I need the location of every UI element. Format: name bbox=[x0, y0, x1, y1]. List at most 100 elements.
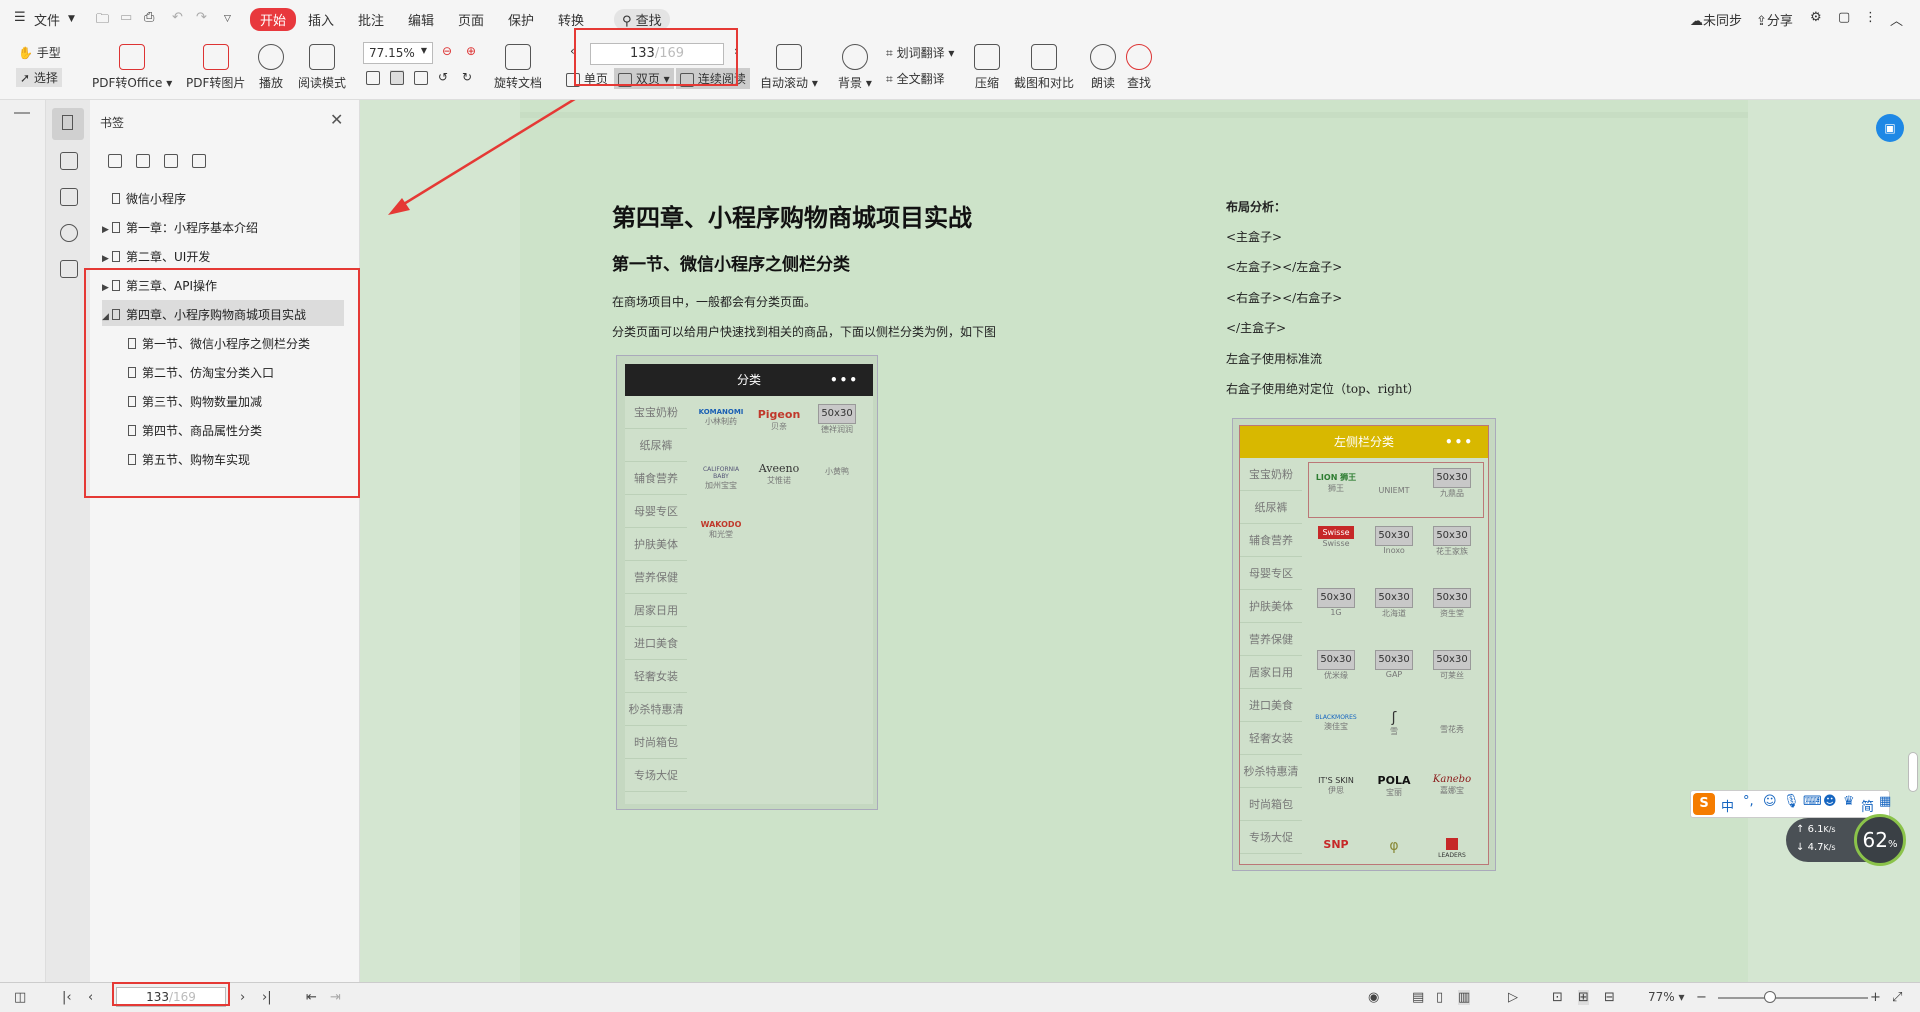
user-icon[interactable]: ☻ bbox=[1823, 794, 1837, 809]
word-translate-button[interactable]: ⌗ 划词翻译 ▾ bbox=[886, 44, 954, 61]
expand-icon[interactable]: ▶ bbox=[102, 283, 112, 293]
settings-icon[interactable]: ⚙ bbox=[1810, 10, 1822, 25]
bookmark-item[interactable]: 第五节、购物车实现 bbox=[128, 451, 250, 468]
single-page-view-icon[interactable]: ▤ bbox=[1412, 990, 1424, 1005]
emoji-icon[interactable]: ☺ bbox=[1763, 794, 1777, 809]
page-number-input[interactable]: 133/169 bbox=[116, 987, 226, 1007]
next-page-icon[interactable]: › bbox=[240, 990, 245, 1005]
zoom-in-icon[interactable]: + bbox=[1870, 990, 1881, 1005]
forward-icon[interactable]: ⇥ bbox=[330, 990, 341, 1005]
zoom-select[interactable]: 77% ▾ bbox=[1648, 990, 1685, 1004]
page-number-input[interactable]: 133/169 bbox=[590, 43, 724, 65]
mic-icon[interactable]: 🎙 bbox=[1783, 794, 1800, 809]
save-icon[interactable]: ▭ bbox=[120, 10, 132, 25]
hand-tool-button[interactable]: ✋ 手型 bbox=[18, 44, 61, 61]
zoom-slider-thumb[interactable] bbox=[1764, 991, 1776, 1003]
play-icon[interactable]: ▷ bbox=[1508, 990, 1518, 1005]
punctuation-icon[interactable]: °, bbox=[1743, 794, 1754, 809]
grid-icon[interactable]: ▦ bbox=[1879, 794, 1891, 809]
pdf-to-image-button[interactable]: PDF转图片 bbox=[186, 44, 245, 91]
zoom-select[interactable]: 77.15% ▼ bbox=[363, 42, 433, 64]
prev-page-icon[interactable]: ‹ bbox=[88, 990, 93, 1005]
fit-page-icon[interactable] bbox=[390, 70, 404, 85]
rotate-left-icon[interactable]: ↺ bbox=[438, 70, 448, 84]
more-icon[interactable]: ⋮ bbox=[1864, 10, 1877, 25]
compress-button[interactable]: 压缩 bbox=[974, 44, 1000, 91]
thumbnail-icon[interactable] bbox=[60, 152, 78, 170]
rotate-right-icon[interactable]: ↻ bbox=[462, 70, 472, 84]
expand-icon[interactable]: ▶ bbox=[102, 254, 112, 264]
bookmark-item[interactable]: 第四节、商品属性分类 bbox=[128, 422, 262, 439]
fit-width-icon[interactable]: ⊟ bbox=[1604, 990, 1615, 1005]
double-page-view-icon[interactable]: ▥ bbox=[1458, 990, 1471, 1005]
comment-icon[interactable] bbox=[60, 188, 78, 206]
open-icon[interactable]: 🗀 bbox=[96, 10, 109, 32]
print-icon[interactable]: ⎙ bbox=[144, 10, 154, 25]
signature-icon[interactable] bbox=[60, 260, 78, 278]
bookmark-item[interactable]: ▶ 第二章、UI开发 bbox=[102, 248, 210, 265]
keyboard-icon[interactable]: ⌨ bbox=[1803, 794, 1822, 809]
scrollbar-thumb[interactable] bbox=[1908, 752, 1918, 792]
fit-page-icon[interactable]: ⊞ bbox=[1578, 990, 1589, 1005]
bookmark-item[interactable]: 第三节、购物数量加减 bbox=[128, 393, 262, 410]
tab-protect[interactable]: 保护 bbox=[508, 10, 534, 29]
bookmark-item[interactable]: ▶ 第三章、API操作 bbox=[102, 277, 217, 294]
redo-icon[interactable]: ↷ bbox=[196, 10, 207, 25]
simplified-toggle[interactable]: 简 bbox=[1861, 796, 1874, 815]
zoom-in-icon[interactable]: ⊕ bbox=[466, 44, 476, 58]
prev-page-icon[interactable]: ‹ bbox=[570, 44, 575, 58]
screenshot-compare-button[interactable]: 截图和对比 bbox=[1014, 44, 1074, 91]
expand-icon[interactable]: ▶ bbox=[102, 225, 112, 235]
next-page-icon[interactable]: › bbox=[734, 44, 739, 58]
fit-width-icon[interactable] bbox=[414, 70, 428, 85]
zoom-out-icon[interactable]: − bbox=[1696, 990, 1707, 1005]
bookmark-item[interactable]: 第二节、仿淘宝分类入口 bbox=[128, 364, 274, 381]
actual-size-icon[interactable] bbox=[366, 70, 380, 85]
search-button[interactable]: ⚲ 查找 bbox=[614, 9, 670, 30]
actual-size-icon[interactable]: ⊡ bbox=[1552, 990, 1563, 1005]
chevron-down-icon[interactable]: ▼ bbox=[68, 14, 75, 24]
play-button[interactable]: 播放 bbox=[258, 44, 284, 91]
document-view-icon[interactable]: ▯ bbox=[1436, 990, 1443, 1005]
bookmark-item[interactable]: 微信小程序 bbox=[102, 190, 186, 207]
first-page-icon[interactable]: |‹ bbox=[62, 990, 72, 1005]
close-icon[interactable]: ✕ bbox=[330, 110, 343, 129]
bookmark-tab[interactable] bbox=[52, 108, 84, 140]
zoom-out-icon[interactable]: ⊖ bbox=[442, 44, 452, 58]
hamburger-icon[interactable]: ☰ bbox=[14, 10, 26, 25]
add-child-bookmark-icon[interactable] bbox=[136, 150, 150, 169]
comment-icon[interactable]: ▢ bbox=[1838, 10, 1850, 25]
network-speed-widget[interactable]: ↑ 6.1K/s ↓ 4.7K/s 62% bbox=[1786, 814, 1906, 866]
tab-convert[interactable]: 转换 bbox=[558, 10, 584, 29]
bookmark-item[interactable]: ▶ 第一章：小程序基本介绍 bbox=[102, 219, 258, 236]
double-page-button[interactable]: 双页 ▾ bbox=[614, 68, 674, 89]
fullscreen-icon[interactable]: ⤢ bbox=[1892, 990, 1902, 1005]
collapse-panel-icon[interactable] bbox=[14, 112, 30, 114]
bookmark-item[interactable]: 第一节、微信小程序之侧栏分类 bbox=[128, 335, 310, 352]
tab-page[interactable]: 页面 bbox=[458, 10, 484, 29]
eye-protect-icon[interactable]: ◉ bbox=[1368, 990, 1379, 1005]
attachment-icon[interactable] bbox=[60, 224, 78, 242]
background-button[interactable]: 背景 ▾ bbox=[838, 44, 872, 91]
find-button[interactable]: 查找 bbox=[1126, 44, 1152, 91]
quick-tool-icon[interactable]: ▣ bbox=[1876, 114, 1904, 142]
customize-icon[interactable]: ▽ bbox=[224, 14, 231, 24]
back-icon[interactable]: ⇤ bbox=[306, 990, 317, 1005]
tab-edit[interactable]: 编辑 bbox=[408, 10, 434, 29]
pdf-to-office-button[interactable]: PDF转Office ▾ bbox=[92, 44, 172, 91]
share-button[interactable]: ⇪分享 bbox=[1756, 10, 1793, 29]
read-aloud-button[interactable]: 朗读 bbox=[1090, 44, 1116, 91]
tab-start[interactable]: 开始 bbox=[250, 8, 297, 31]
continuous-read-button[interactable]: 连续阅读 bbox=[676, 68, 750, 89]
collapse-icon[interactable]: ︿ bbox=[1890, 10, 1903, 29]
sync-status[interactable]: ☁未同步 bbox=[1690, 10, 1742, 29]
select-tool-button[interactable]: ➚ 选择 bbox=[16, 68, 62, 87]
sidebar-toggle-icon[interactable]: ◫ bbox=[14, 990, 26, 1005]
tab-annotate[interactable]: 批注 bbox=[358, 10, 384, 29]
ime-toolbar[interactable]: S 中 °, ☺ 🎙 ⌨ ☻ ♛ 简 ▦ bbox=[1690, 790, 1891, 818]
bookmark-options-icon[interactable] bbox=[164, 150, 178, 169]
menu-file[interactable]: 文件 bbox=[34, 10, 60, 29]
zoom-slider[interactable] bbox=[1718, 997, 1868, 999]
auto-scroll-button[interactable]: 自动滚动 ▾ bbox=[760, 44, 818, 91]
collapse-icon[interactable]: ◢ bbox=[102, 312, 112, 322]
